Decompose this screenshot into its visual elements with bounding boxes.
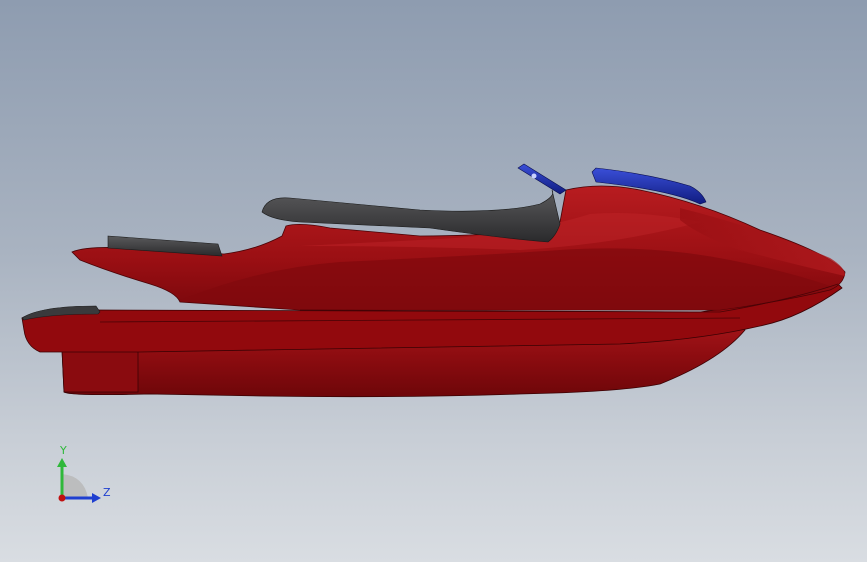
jet-ski-model[interactable] xyxy=(0,0,867,562)
z-axis-arrow xyxy=(92,493,101,503)
triad-origin xyxy=(58,494,66,502)
stern-pod xyxy=(61,349,139,393)
triad-plane xyxy=(62,474,88,498)
z-axis-label: Z xyxy=(103,486,111,499)
orientation-triad[interactable]: Y Z xyxy=(40,440,120,510)
y-axis-label: Y xyxy=(59,444,67,457)
handlebar-mirror xyxy=(531,173,537,179)
handlebar xyxy=(517,163,567,195)
graphics-viewport[interactable]: Y Z xyxy=(0,0,867,562)
y-axis-arrow xyxy=(57,458,67,467)
